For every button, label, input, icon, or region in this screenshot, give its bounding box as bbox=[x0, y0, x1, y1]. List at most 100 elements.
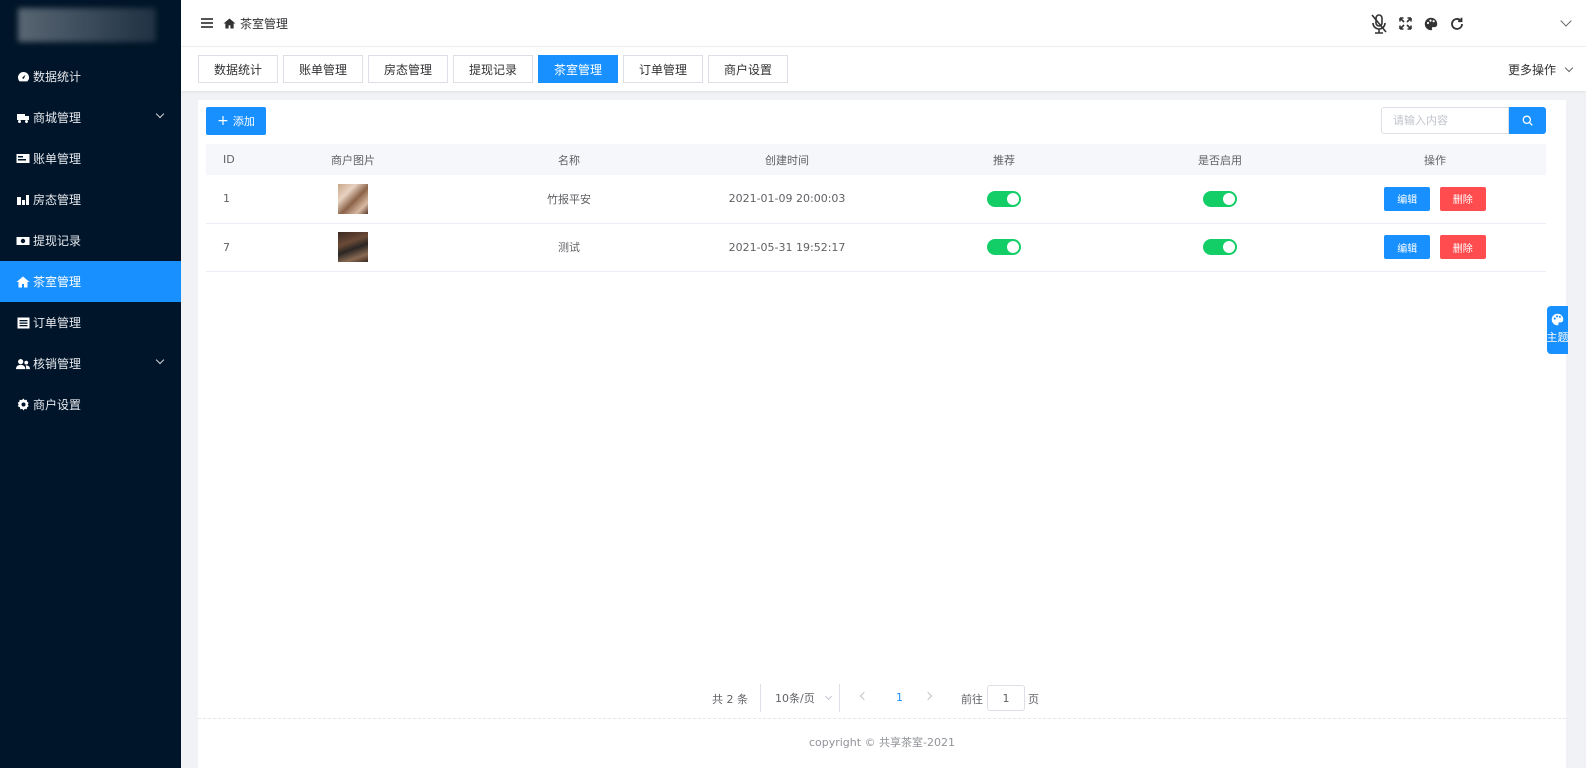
tea-room-table: ID 商户图片 名称 创建时间 推荐 是否启用 操作 1 竹报平安 2021-0… bbox=[206, 144, 1546, 272]
cash-icon bbox=[16, 234, 30, 248]
theme-button[interactable]: 主题 bbox=[1547, 306, 1568, 354]
sidebar-item-bills[interactable]: 账单管理 bbox=[0, 138, 181, 179]
chevron-down-icon bbox=[155, 355, 165, 365]
order-list-icon bbox=[16, 316, 30, 330]
add-button-label: 添加 bbox=[232, 115, 255, 128]
copyright-text: copyright © 共享茶室-2021 bbox=[808, 736, 956, 749]
delete-button[interactable]: 删除 bbox=[1439, 235, 1486, 259]
sidebar-item-dashboard[interactable]: 数据统计 bbox=[0, 56, 181, 97]
sidebar-item-orders[interactable]: 订单管理 bbox=[0, 302, 181, 343]
sidebar-item-room-status[interactable]: 房态管理 bbox=[0, 179, 181, 220]
menu-toggle-icon[interactable] bbox=[201, 18, 213, 28]
fullscreen-icon[interactable] bbox=[1392, 11, 1418, 37]
search-box bbox=[1381, 107, 1546, 134]
sidebar-item-label: 房态管理 bbox=[33, 193, 82, 207]
page-size-select[interactable]: 10条/页 bbox=[760, 684, 840, 712]
enabled-switch[interactable] bbox=[1203, 239, 1237, 255]
chevron-down-icon bbox=[824, 692, 833, 701]
edit-button[interactable]: 编辑 bbox=[1384, 186, 1431, 211]
gear-icon bbox=[16, 398, 30, 412]
more-operations-label: 更多操作 bbox=[1507, 63, 1556, 77]
column-header-id: ID bbox=[223, 153, 235, 166]
home-icon bbox=[223, 17, 236, 29]
cell-id: 1 bbox=[223, 192, 230, 206]
sidebar-item-verification[interactable]: 核销管理 bbox=[0, 343, 181, 384]
tab-orders[interactable]: 订单管理 bbox=[623, 55, 703, 83]
prev-page-icon[interactable] bbox=[859, 691, 869, 701]
dashboard-icon bbox=[16, 70, 30, 84]
home-icon bbox=[16, 275, 30, 289]
recommend-switch[interactable] bbox=[987, 190, 1021, 207]
edit-button[interactable]: 编辑 bbox=[1384, 235, 1431, 259]
sidebar-item-label: 账单管理 bbox=[33, 152, 82, 166]
sidebar-item-label: 商户设置 bbox=[33, 398, 82, 412]
shop-icon bbox=[16, 111, 30, 125]
tab-bills[interactable]: 账单管理 bbox=[283, 55, 363, 83]
enabled-switch[interactable] bbox=[1203, 190, 1237, 207]
sidebar-item-label: 核销管理 bbox=[33, 357, 82, 371]
palette-icon bbox=[1551, 313, 1564, 326]
refresh-icon[interactable] bbox=[1444, 11, 1470, 37]
column-header-created: 创建时间 bbox=[765, 153, 809, 167]
column-header-enabled: 是否启用 bbox=[1198, 153, 1242, 167]
add-button[interactable]: + 添加 bbox=[206, 107, 266, 135]
footer-divider bbox=[198, 718, 1566, 719]
tab-tea-rooms[interactable]: 茶室管理 bbox=[538, 55, 618, 83]
top-header: 茶室管理 bbox=[181, 0, 1586, 47]
main-content: + 添加 ID 商户图片 名称 创建时间 推荐 是否启用 操作 1 竹报平安 bbox=[198, 100, 1566, 768]
page-number-current[interactable]: 1 bbox=[896, 691, 903, 704]
sidebar-item-withdrawals[interactable]: 提现记录 bbox=[0, 220, 181, 261]
sidebar-item-shop[interactable]: 商城管理 bbox=[0, 97, 181, 138]
more-operations-dropdown[interactable]: 更多操作 bbox=[1507, 61, 1574, 78]
users-icon bbox=[16, 357, 30, 371]
page-suffix-label: 页 bbox=[1028, 693, 1039, 706]
sidebar-item-label: 订单管理 bbox=[33, 316, 82, 330]
cell-created: 2021-01-09 20:00:03 bbox=[728, 192, 846, 206]
chevron-down-icon bbox=[155, 109, 165, 119]
tab-merchant-settings[interactable]: 商户设置 bbox=[708, 55, 788, 83]
user-menu-chevron-icon[interactable] bbox=[1560, 15, 1572, 27]
header-tools bbox=[1366, 0, 1586, 47]
breadcrumb: 茶室管理 bbox=[223, 15, 288, 32]
cell-created: 2021-05-31 19:52:17 bbox=[728, 240, 846, 254]
breadcrumb-current: 茶室管理 bbox=[240, 16, 289, 31]
next-page-icon[interactable] bbox=[923, 691, 933, 701]
sidebar-item-label: 提现记录 bbox=[33, 234, 82, 248]
mic-off-icon[interactable] bbox=[1366, 11, 1392, 37]
search-button[interactable] bbox=[1509, 107, 1546, 134]
cell-name: 竹报平安 bbox=[547, 192, 591, 206]
column-header-image: 商户图片 bbox=[331, 153, 375, 167]
logo-image bbox=[18, 8, 156, 42]
cell-id: 7 bbox=[223, 240, 230, 254]
sidebar-item-tea-rooms[interactable]: 茶室管理 bbox=[0, 261, 181, 302]
bill-icon bbox=[16, 152, 30, 166]
sidebar-item-merchant-settings[interactable]: 商户设置 bbox=[0, 384, 181, 425]
tabs-bar: 数据统计 账单管理 房态管理 提现记录 茶室管理 订单管理 商户设置 更多操作 bbox=[181, 47, 1586, 91]
palette-icon[interactable] bbox=[1418, 11, 1444, 37]
pagination-total: 共 2 条 bbox=[712, 693, 748, 706]
tab-dashboard[interactable]: 数据统计 bbox=[198, 55, 278, 83]
page-size-value: 10条/页 bbox=[775, 692, 815, 705]
sidebar-menu: 数据统计 商城管理 账单管理 房态管理 提现记录 茶室管理 订单管理 核销管理 … bbox=[0, 56, 181, 425]
column-header-name: 名称 bbox=[558, 153, 580, 167]
building-icon bbox=[16, 193, 30, 207]
search-input[interactable] bbox=[1381, 107, 1509, 134]
sidebar-item-label: 商城管理 bbox=[33, 111, 82, 125]
table-header-row: ID 商户图片 名称 创建时间 推荐 是否启用 操作 bbox=[206, 144, 1546, 175]
sidebar-item-label: 数据统计 bbox=[33, 70, 82, 84]
tab-room-status[interactable]: 房态管理 bbox=[368, 55, 448, 83]
delete-button[interactable]: 删除 bbox=[1439, 186, 1486, 211]
sidebar: 数据统计 商城管理 账单管理 房态管理 提现记录 茶室管理 订单管理 核销管理 … bbox=[0, 0, 181, 768]
search-icon bbox=[1522, 115, 1533, 126]
logo bbox=[0, 0, 181, 52]
recommend-switch[interactable] bbox=[987, 239, 1021, 255]
goto-label: 前往 bbox=[961, 693, 983, 706]
merchant-image[interactable] bbox=[338, 183, 368, 214]
chevron-down-icon bbox=[1564, 63, 1574, 72]
theme-button-label: 主题 bbox=[1547, 331, 1568, 344]
table-row: 7 测试 2021-05-31 19:52:17 编辑 删除 bbox=[206, 223, 1546, 271]
tab-withdrawals[interactable]: 提现记录 bbox=[453, 55, 533, 83]
merchant-image[interactable] bbox=[338, 232, 368, 262]
cell-name: 测试 bbox=[558, 241, 580, 254]
goto-page-input[interactable] bbox=[987, 685, 1025, 711]
